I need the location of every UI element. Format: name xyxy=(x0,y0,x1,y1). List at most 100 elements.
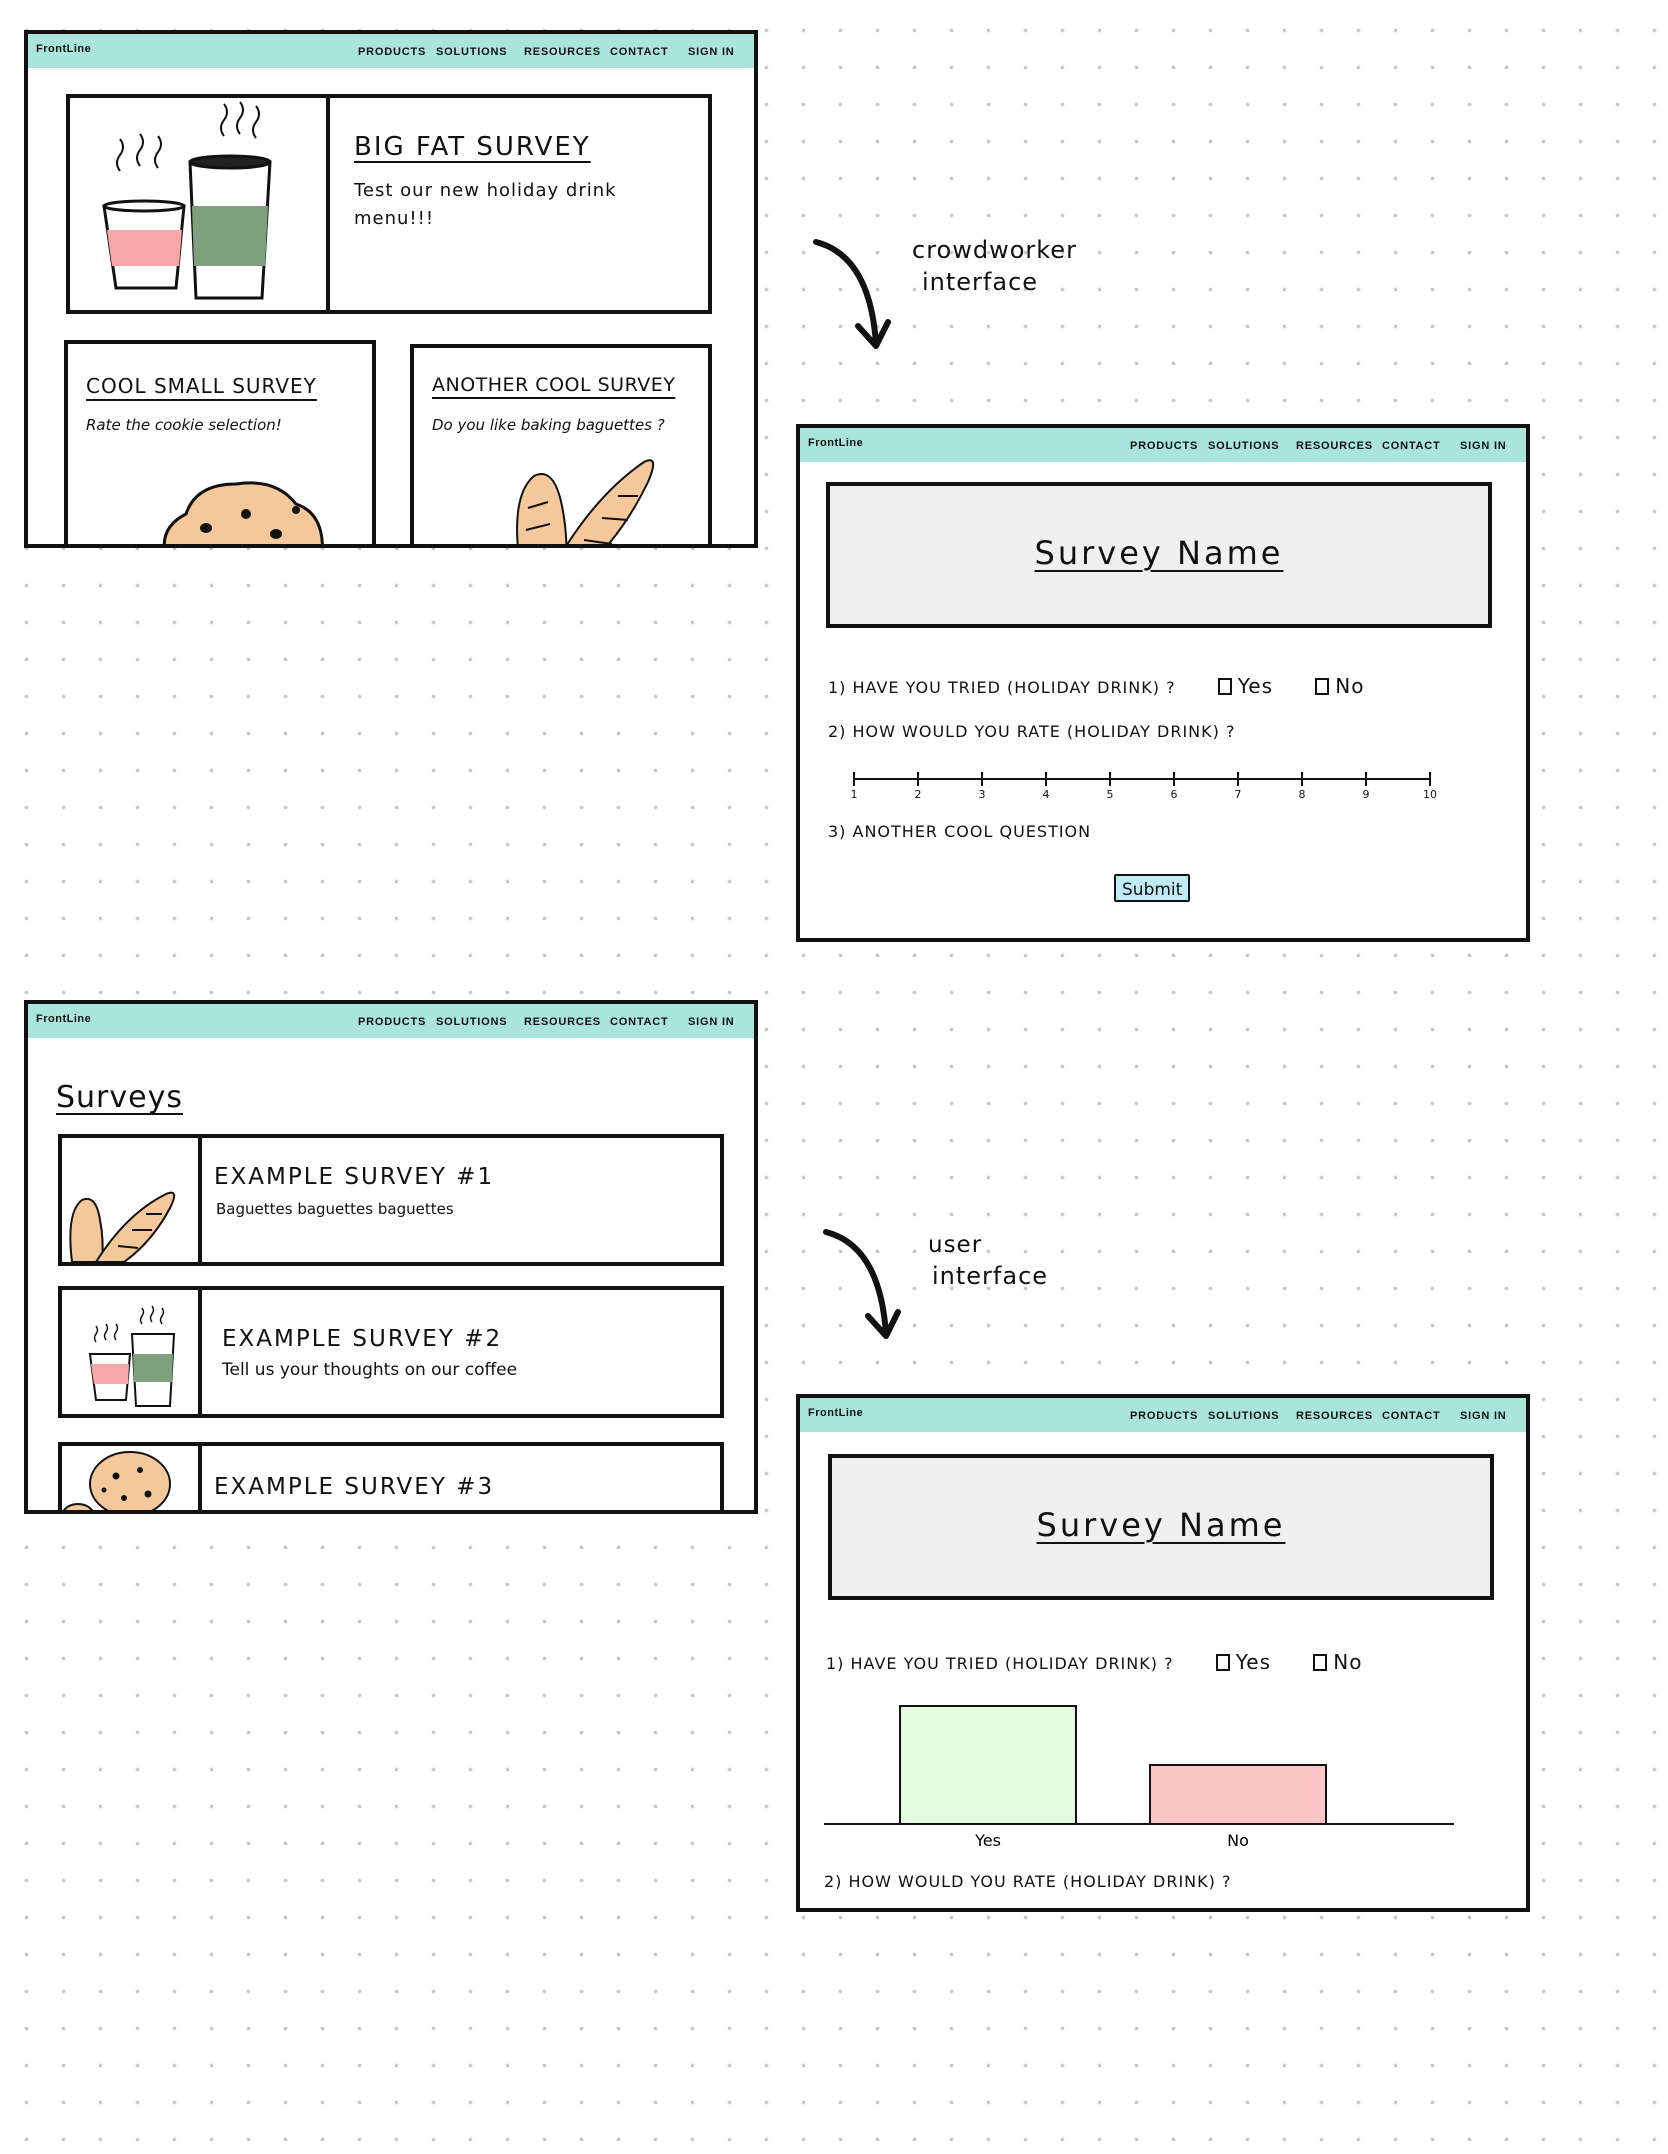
question-1: 1) HAVE YOU TRIED (HOLIDAY DRINK) ? Yes … xyxy=(828,674,1364,698)
nav-products[interactable]: Products xyxy=(358,1016,426,1028)
navbar: FrontLine Products Solutions Resources C… xyxy=(800,1398,1526,1432)
rating-tick[interactable] xyxy=(853,772,855,786)
featured-survey-description-line1: Test our new holiday drink xyxy=(354,180,617,201)
rating-tick-label: 2 xyxy=(914,788,922,801)
nav-products[interactable]: Products xyxy=(1130,1410,1198,1422)
submit-label: Submit xyxy=(1122,880,1183,900)
nav-solutions[interactable]: Solutions xyxy=(1208,1410,1279,1422)
rating-tick[interactable] xyxy=(1429,772,1431,786)
nav-resources[interactable]: Resources xyxy=(524,1016,601,1028)
question-1-text: 1) HAVE YOU TRIED (HOLIDAY DRINK) ? xyxy=(826,1654,1174,1673)
nav-contact[interactable]: Contact xyxy=(610,46,669,58)
question-1-text: 1) HAVE YOU TRIED (HOLIDAY DRINK) ? xyxy=(828,678,1176,697)
nav-sign-in[interactable]: Sign in xyxy=(1460,1410,1507,1422)
survey-list-item[interactable]: EXAMPLE SURVEY #2 Tell us your thoughts … xyxy=(58,1286,724,1418)
coffee-cups-icon xyxy=(88,1305,176,1407)
cool-small-survey-card[interactable]: COOL SMALL SURVEY Rate the cookie select… xyxy=(64,340,376,544)
rating-tick[interactable] xyxy=(1301,772,1303,786)
survey-list-item[interactable]: EXAMPLE SURVEY #1 Baguettes baguettes ba… xyxy=(58,1134,724,1266)
nav-sign-in[interactable]: Sign in xyxy=(688,46,735,58)
featured-survey-card[interactable]: BIG FAT SURVEY Test our new holiday drin… xyxy=(66,94,712,314)
yes-label: Yes xyxy=(1235,1650,1272,1674)
cookie-icon xyxy=(162,481,324,544)
rating-tick[interactable] xyxy=(917,772,919,786)
another-cool-survey-card[interactable]: ANOTHER COOL SURVEY Do you like baking b… xyxy=(410,344,712,544)
navbar: FrontLine Products Solutions Resources C… xyxy=(800,428,1526,462)
no-label: No xyxy=(1333,1650,1363,1674)
rating-tick[interactable] xyxy=(981,772,983,786)
navbar: FrontLine Products Solutions Resources C… xyxy=(28,1004,754,1038)
user-interface-frame: FrontLine Products Solutions Resources C… xyxy=(796,1394,1530,1912)
curved-arrow-icon xyxy=(813,239,891,349)
featured-survey-title: BIG FAT SURVEY xyxy=(354,132,591,162)
nav-solutions[interactable]: Solutions xyxy=(1208,440,1279,452)
annotation-user-interface: interface xyxy=(932,1262,1049,1290)
annotation-crowdworker: crowdworker xyxy=(912,236,1077,264)
survey-list-item[interactable]: EXAMPLE SURVEY #3 xyxy=(58,1442,724,1510)
rating-tick-label: 3 xyxy=(978,788,986,801)
annotation-user: user xyxy=(928,1232,983,1258)
survey-list-frame: FrontLine Products Solutions Resources C… xyxy=(24,1000,758,1514)
bar-yes xyxy=(899,1705,1077,1825)
rating-tick[interactable] xyxy=(1045,772,1047,786)
yes-checkbox[interactable] xyxy=(1215,1654,1230,1671)
rating-tick[interactable] xyxy=(1365,772,1367,786)
baguette-icon xyxy=(69,1191,176,1263)
submit-button[interactable]: Submit xyxy=(1114,874,1191,902)
bar-label: Yes xyxy=(974,1831,1001,1850)
nav-sign-in[interactable]: Sign in xyxy=(1460,440,1507,452)
rating-tick-label: 7 xyxy=(1234,788,1242,801)
survey-name: Survey Name xyxy=(1034,534,1284,572)
annotation-crowdworker-interface: interface xyxy=(922,268,1039,296)
rating-tick[interactable] xyxy=(1237,772,1239,786)
brand-logo[interactable]: FrontLine xyxy=(808,437,863,449)
nav-products[interactable]: Products xyxy=(1130,440,1198,452)
no-checkbox[interactable] xyxy=(1313,1654,1328,1671)
card-description: Do you like baking baguettes ? xyxy=(432,416,665,434)
survey-name-banner: Survey Name xyxy=(828,1454,1494,1600)
question-1: 1) HAVE YOU TRIED (HOLIDAY DRINK) ? Yes … xyxy=(826,1650,1362,1674)
brand-logo[interactable]: FrontLine xyxy=(808,1407,863,1419)
nav-solutions[interactable]: Solutions xyxy=(436,1016,507,1028)
curved-arrow-icon xyxy=(823,1229,901,1339)
brand-logo[interactable]: FrontLine xyxy=(36,1013,91,1025)
survey-description: Tell us your thoughts on our coffee xyxy=(222,1360,518,1380)
results-bar-chart: Yes No xyxy=(824,1705,1454,1850)
rating-tick-label: 4 xyxy=(1042,788,1050,801)
rating-tick-label: 8 xyxy=(1298,788,1306,801)
featured-survey-description-line2: menu!!! xyxy=(354,208,435,229)
baguette-icon xyxy=(516,459,655,544)
bar-no xyxy=(1149,1764,1327,1825)
rating-scale[interactable]: 1 2 3 4 5 6 7 8 9 10 xyxy=(851,768,1437,804)
nav-sign-in[interactable]: Sign in xyxy=(688,1016,735,1028)
survey-description: Baguettes baguettes baguettes xyxy=(216,1200,454,1218)
survey-name: Survey Name xyxy=(1036,1506,1286,1544)
item-divider xyxy=(198,1446,202,1510)
question-3-text: 3) ANOTHER COOL QUESTION xyxy=(828,822,1092,841)
survey-title: EXAMPLE SURVEY #1 xyxy=(214,1164,495,1190)
rating-scale-line xyxy=(854,778,1430,780)
survey-title: EXAMPLE SURVEY #3 xyxy=(214,1474,495,1500)
rating-tick[interactable] xyxy=(1173,772,1175,786)
navbar: FrontLine Products Solutions Resources C… xyxy=(28,34,754,68)
rating-tick-label: 9 xyxy=(1362,788,1370,801)
question-2-text: 2) HOW WOULD YOU RATE (HOLIDAY DRINK) ? xyxy=(824,1872,1232,1891)
surveys-heading: Surveys xyxy=(56,1080,183,1115)
nav-resources[interactable]: Resources xyxy=(1296,1410,1373,1422)
nav-contact[interactable]: Contact xyxy=(1382,440,1441,452)
rating-tick-label: 10 xyxy=(1423,788,1437,801)
yes-checkbox[interactable] xyxy=(1217,678,1232,695)
nav-resources[interactable]: Resources xyxy=(524,46,601,58)
card-title: COOL SMALL SURVEY xyxy=(86,374,317,398)
brand-logo[interactable]: FrontLine xyxy=(36,43,91,55)
nav-solutions[interactable]: Solutions xyxy=(436,46,507,58)
cookie-icon xyxy=(62,1451,171,1510)
no-checkbox[interactable] xyxy=(1315,678,1330,695)
card-description: Rate the cookie selection! xyxy=(86,416,282,434)
nav-contact[interactable]: Contact xyxy=(610,1016,669,1028)
card-title: ANOTHER COOL SURVEY xyxy=(432,374,676,396)
nav-contact[interactable]: Contact xyxy=(1382,1410,1441,1422)
nav-resources[interactable]: Resources xyxy=(1296,440,1373,452)
rating-tick[interactable] xyxy=(1109,772,1111,786)
nav-products[interactable]: Products xyxy=(358,46,426,58)
